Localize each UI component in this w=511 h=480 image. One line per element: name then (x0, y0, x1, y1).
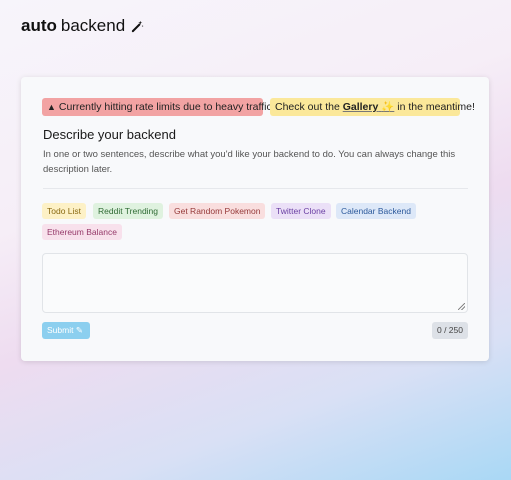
sparkles-icon: ✨ (381, 101, 395, 113)
example-chip[interactable]: Reddit Trending (93, 203, 164, 219)
rate-limit-alert: ▲ Currently hitting rate limits due to he… (42, 98, 275, 116)
form-heading: Describe your backend (43, 127, 176, 142)
gallery-link-label[interactable]: Gallery (343, 101, 379, 113)
example-chip[interactable]: Get Random Pokemon (169, 203, 266, 219)
gallery-alert: Check out the Gallery ✨ in the meantime! (270, 98, 475, 116)
divider (43, 188, 468, 189)
gallery-suffix: in the meantime! (397, 101, 475, 113)
logo-backend: backend (60, 16, 126, 35)
character-counter: 0 / 250 (432, 322, 468, 339)
main-card: ▲ Currently hitting rate limits due to he… (21, 77, 489, 361)
example-chip[interactable]: Calendar Backend (336, 203, 416, 219)
submit-button[interactable]: Submit ✎ (42, 322, 90, 339)
magic-wand-icon: ✎ (75, 325, 83, 335)
magic-wand-icon (132, 20, 144, 32)
example-chip[interactable]: Todo List (42, 203, 87, 219)
warning-icon: ▲ (47, 102, 56, 112)
example-chip[interactable]: Twitter Clone (271, 203, 331, 219)
logo: auto backend (21, 15, 144, 37)
form-description: In one or two sentences, describe what y… (43, 149, 456, 175)
gallery-prefix: Check out the (275, 101, 340, 113)
example-chip[interactable]: Ethereum Balance (42, 224, 122, 240)
description-textarea[interactable] (42, 253, 468, 313)
gallery-link[interactable]: Gallery ✨ (343, 101, 395, 113)
logo-auto: auto (21, 16, 57, 35)
resize-handle[interactable] (458, 303, 465, 310)
submit-label: Submit (47, 325, 74, 335)
rate-limit-text: Currently hitting rate limits due to hea… (58, 101, 275, 113)
